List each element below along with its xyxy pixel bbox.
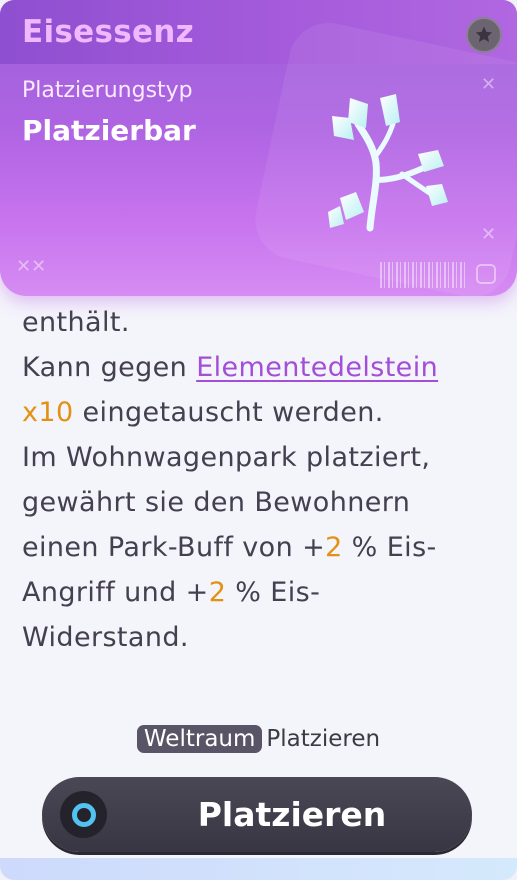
description-line: einen Park-Buff von +2 % Eis-: [22, 525, 502, 570]
ice-attack-bonus: 2: [325, 532, 343, 563]
element-gem-link[interactable]: Elementedelstein: [196, 352, 438, 383]
ice-resistance-bonus: 2: [208, 577, 227, 608]
item-header: Eisessenz Platzierungstyp Platzierbar ✕ …: [0, 0, 517, 296]
description-text: Angriff und +: [22, 577, 209, 608]
star-icon: [475, 26, 493, 42]
description-line: gewährt sie den Bewohnern: [22, 487, 411, 518]
decor-x-icon: ✕✕: [16, 256, 47, 277]
ring-inner: [71, 802, 96, 827]
description-text: einen Park-Buff von +: [22, 532, 326, 563]
description-line: Kann gegen Elementedelstein: [22, 345, 502, 390]
ring-icon: [60, 791, 107, 838]
favorite-button[interactable]: [466, 17, 502, 53]
description-text: % Eis-: [226, 577, 321, 608]
description-line: Widerstand.: [22, 622, 189, 653]
description-line: x10 eingetauscht werden.: [22, 390, 502, 435]
placement-type-value: Platzierbar: [22, 114, 196, 147]
description-line: enthält.: [22, 307, 130, 338]
placement-hint: Weltraum Platzieren: [0, 725, 517, 753]
item-detail-card: Eisessenz Platzierungstyp Platzierbar ✕ …: [0, 0, 517, 880]
decor-x-icon: ✕: [481, 224, 497, 245]
decor-corner-icon: [476, 264, 496, 284]
description-text: eingetauscht werden.: [73, 397, 384, 428]
description-line: Im Wohnwagenpark platziert,: [22, 442, 431, 473]
description-text: % Eis-: [342, 532, 437, 563]
bottom-glow: [0, 858, 517, 880]
place-button-label: Platzieren: [197, 795, 387, 834]
item-description: enthält. Kann gegen Elementedelstein x10…: [22, 300, 502, 660]
ice-crystal-branch-icon: [328, 94, 448, 232]
description-line: Angriff und +2 % Eis-: [22, 570, 502, 615]
decor-fine-print: [108, 264, 368, 284]
place-button[interactable]: Platzieren: [42, 777, 472, 852]
item-name: Eisessenz: [22, 14, 195, 50]
description-text: Kann gegen: [22, 352, 197, 383]
placement-location-tag: Weltraum: [136, 725, 263, 753]
placement-hint-text: Platzieren: [266, 726, 381, 752]
decor-barcode: [380, 262, 468, 288]
placement-type-label: Platzierungstyp: [22, 78, 193, 103]
exchange-quantity: x10: [22, 397, 74, 428]
decor-x-icon: ✕: [481, 74, 497, 95]
